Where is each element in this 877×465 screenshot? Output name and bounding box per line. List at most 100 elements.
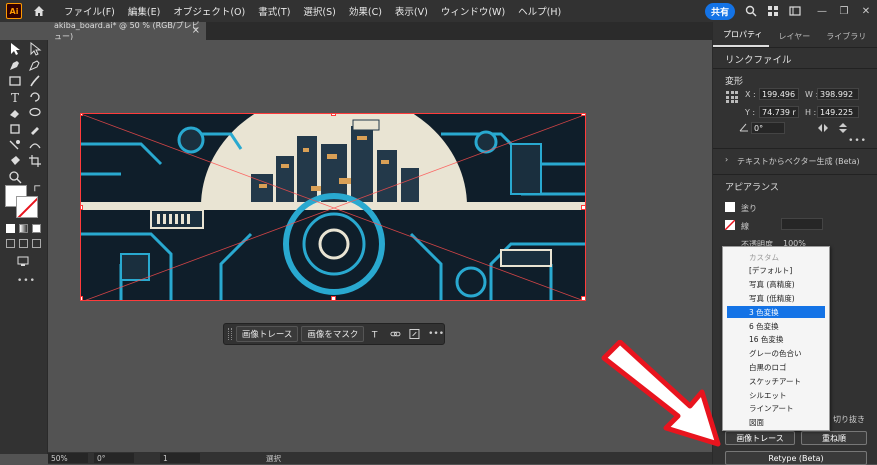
- rotate-tool-icon[interactable]: [28, 90, 42, 104]
- eraser-tool-icon[interactable]: [8, 106, 22, 120]
- paint-bucket-icon[interactable]: [8, 154, 22, 168]
- trace-preset-item[interactable]: 3 色変換: [727, 306, 825, 319]
- expand-chevron-icon[interactable]: ›: [725, 155, 728, 164]
- trace-preset-item[interactable]: 16 色変換: [727, 334, 825, 346]
- resize-handle-ml[interactable]: [81, 205, 83, 210]
- color-mode-icon[interactable]: [6, 224, 15, 233]
- context-more-icon[interactable]: •••: [428, 329, 444, 339]
- search-icon[interactable]: [745, 5, 757, 17]
- artboard-navigator[interactable]: 1: [160, 453, 200, 463]
- zoom-field[interactable]: 50%: [48, 453, 88, 463]
- close-icon[interactable]: ✕: [855, 0, 877, 22]
- trace-preset-item[interactable]: [デフォルト]: [727, 265, 825, 277]
- menu-help[interactable]: ヘルプ(H): [518, 4, 561, 18]
- document-tab[interactable]: akiba_board.ai* @ 50 % (RGB/プレビュー) ×: [48, 21, 206, 41]
- resize-handle-tl[interactable]: [81, 114, 83, 116]
- resize-handle-mr[interactable]: [581, 205, 585, 210]
- color-mode-row: [6, 224, 41, 233]
- direct-selection-tool-icon[interactable]: [28, 42, 42, 56]
- fill-color-swatch[interactable]: [725, 202, 735, 212]
- type-tool-icon[interactable]: T: [8, 90, 22, 104]
- flip-horizontal-icon[interactable]: [817, 122, 829, 134]
- share-button[interactable]: 共有: [704, 2, 735, 20]
- minimize-icon[interactable]: —: [811, 0, 833, 22]
- retype-button[interactable]: Retype (Beta): [725, 451, 867, 465]
- trace-preset-item[interactable]: ラインアート: [727, 403, 825, 415]
- flip-vertical-icon[interactable]: [837, 122, 849, 134]
- text-to-vector-icon[interactable]: T: [371, 328, 382, 340]
- text-to-vector-label[interactable]: テキストからベクター生成 (Beta): [737, 156, 860, 167]
- draw-behind-icon[interactable]: [19, 239, 28, 248]
- x-field[interactable]: 199.496: [759, 88, 799, 100]
- menu-edit[interactable]: 編集(E): [128, 4, 160, 18]
- trace-preset-item[interactable]: 図面: [727, 417, 825, 429]
- trace-preset-item[interactable]: シルエット: [727, 389, 825, 401]
- stroke-swatch[interactable]: [16, 196, 38, 218]
- stroke-color-swatch[interactable]: [725, 220, 735, 230]
- menu-window[interactable]: ウィンドウ(W): [441, 4, 505, 18]
- resize-handle-tm[interactable]: [331, 114, 336, 116]
- w-field[interactable]: 398.992: [817, 88, 859, 100]
- arrange-documents-icon[interactable]: [767, 5, 779, 17]
- trace-preset-item[interactable]: 白黒のロゴ: [727, 361, 825, 373]
- shape-builder-tool-icon[interactable]: [8, 138, 22, 152]
- selection-tool-icon[interactable]: [8, 42, 22, 56]
- trace-preset-item[interactable]: 写真 (低精度): [727, 292, 825, 304]
- tab-layers[interactable]: レイヤー: [769, 31, 817, 47]
- transform-more-icon[interactable]: •••: [848, 136, 867, 146]
- swap-fill-stroke-icon[interactable]: [33, 184, 42, 193]
- pen-tool-icon[interactable]: [8, 58, 22, 72]
- reference-point-icon[interactable]: [725, 90, 739, 104]
- resize-handle-bm[interactable]: [331, 296, 336, 300]
- crop-label[interactable]: 切り抜き: [833, 414, 865, 425]
- more-tools-icon[interactable]: •••: [17, 276, 36, 286]
- menu-type[interactable]: 書式(T): [258, 4, 290, 18]
- none-mode-icon[interactable]: [32, 224, 41, 233]
- stroke-weight-field[interactable]: [781, 218, 823, 230]
- lasso-tool-icon[interactable]: [28, 106, 42, 120]
- blend-tool-icon[interactable]: [28, 138, 42, 152]
- resize-handle-tr[interactable]: [581, 114, 585, 116]
- menu-object[interactable]: オブジェクト(O): [173, 4, 245, 18]
- embed-icon[interactable]: [409, 328, 420, 340]
- mask-image-button[interactable]: 画像をマスク: [301, 326, 365, 342]
- menu-select[interactable]: 選択(S): [303, 4, 335, 18]
- eyedropper-tool-icon[interactable]: [28, 122, 42, 136]
- trace-preset-item[interactable]: グレーの色合い: [727, 348, 825, 360]
- image-trace-button[interactable]: 画像トレース: [235, 326, 299, 342]
- draw-inside-icon[interactable]: [32, 239, 41, 248]
- screen-mode-icon[interactable]: [16, 254, 30, 268]
- linked-image[interactable]: [80, 113, 586, 301]
- menu-file[interactable]: ファイル(F): [64, 4, 115, 18]
- arrange-button[interactable]: 重ね順: [801, 431, 867, 445]
- menu-effect[interactable]: 効果(C): [349, 4, 382, 18]
- zoom-tool-icon[interactable]: [8, 170, 22, 184]
- resize-handle-bl[interactable]: [81, 296, 83, 300]
- curvature-tool-icon[interactable]: [28, 58, 42, 72]
- close-tab-icon[interactable]: ×: [192, 25, 200, 36]
- rotation-field[interactable]: 0°: [94, 453, 134, 463]
- trace-preset-item[interactable]: 6 色変換: [727, 320, 825, 332]
- home-icon[interactable]: [32, 4, 46, 18]
- menu-view[interactable]: 表示(V): [395, 4, 428, 18]
- brush-tool-icon[interactable]: [28, 74, 42, 88]
- angle-field[interactable]: 0°: [751, 122, 785, 134]
- gradient-mode-icon[interactable]: [19, 224, 28, 233]
- trace-preset-item[interactable]: スケッチアート: [727, 375, 825, 387]
- crop-tool-icon[interactable]: [28, 154, 42, 168]
- workspace-icon[interactable]: [789, 5, 801, 17]
- artboard-tool-icon[interactable]: [8, 122, 22, 136]
- tab-libraries[interactable]: ライブラリ: [816, 31, 872, 47]
- rectangle-tool-icon[interactable]: [8, 74, 22, 88]
- resize-handle-br[interactable]: [581, 296, 585, 300]
- draw-normal-icon[interactable]: [6, 239, 15, 248]
- draw-mode-row: [6, 239, 41, 248]
- h-field[interactable]: 149.225: [817, 106, 859, 118]
- trace-preset-item[interactable]: 写真 (高精度): [727, 279, 825, 291]
- link-icon[interactable]: [390, 328, 401, 340]
- task-bar-grip[interactable]: [228, 328, 232, 340]
- y-field[interactable]: 74.739 r: [759, 106, 799, 118]
- image-trace-panel-button[interactable]: 画像トレース: [725, 431, 795, 445]
- tab-properties[interactable]: プロパティ: [713, 29, 769, 47]
- maximize-icon[interactable]: ❐: [833, 0, 855, 22]
